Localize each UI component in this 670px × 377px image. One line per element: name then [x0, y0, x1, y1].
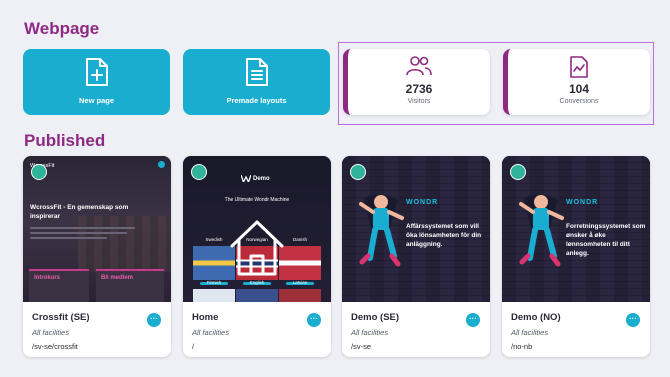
more-options-button[interactable]: ···: [307, 313, 321, 327]
thumbnail-logo: WONDR: [406, 199, 439, 206]
page-card-crossfit-se[interactable]: WcrossFit WcrossFit - En gemenskap som i…: [23, 156, 171, 357]
document-icon: [245, 57, 269, 92]
conversions-value: 104: [568, 82, 590, 96]
page-thumbnail[interactable]: WONDR Affärssystemet som vill öka lönsam…: [342, 156, 490, 302]
page-name: Demo (NO): [511, 312, 561, 323]
visitors-stat-card: 2736 Visitors: [343, 49, 490, 115]
status-dot-icon: [350, 164, 366, 180]
thumbnail-logo: Demo: [240, 174, 270, 184]
premade-layouts-button[interactable]: Premade layouts: [183, 49, 330, 115]
thumbnail-tile: Finnish: [193, 280, 235, 302]
page-card-home[interactable]: Demo The Ultimate Wondr Machine Swedish …: [183, 156, 331, 357]
page-card-info: Demo (SE) All facilities /sv-se ···: [342, 302, 490, 357]
visitors-label: Visitors: [407, 98, 431, 105]
home-icon: [226, 216, 288, 283]
premade-layouts-label: Premade layouts: [226, 96, 287, 105]
page-card-info: Crossfit (SE) All facilities /sv-se/cros…: [23, 302, 171, 357]
page-path: /no-nb: [511, 342, 533, 351]
users-icon: [405, 55, 433, 82]
thumbnail-box-label: Bli medlem: [101, 275, 134, 281]
page-card-info: Home All facilities / ···: [183, 302, 331, 357]
page-thumbnail[interactable]: WcrossFit WcrossFit - En gemenskap som i…: [23, 156, 171, 302]
page-name: Crossfit (SE): [32, 312, 90, 323]
section-title-published: Published: [24, 131, 106, 150]
chart-document-icon: [569, 55, 589, 84]
conversions-label: Conversions: [559, 98, 599, 105]
page-path: /sv-se/crossfit: [32, 342, 78, 351]
page-facilities: All facilities: [511, 328, 549, 337]
more-options-button[interactable]: ···: [626, 313, 640, 327]
thumbnail-box-intro: Introkurs: [29, 269, 89, 302]
more-options-button[interactable]: ···: [147, 313, 161, 327]
thumbnail-logo: WONDR: [566, 199, 599, 206]
new-page-button[interactable]: New page: [23, 49, 170, 115]
thumbnail-tile: Latvian: [279, 280, 321, 302]
thumbnail-subtitle: The Ultimate Wondr Machine: [224, 197, 290, 203]
status-dot-icon: [31, 164, 47, 180]
superhero-illustration-icon: [356, 188, 406, 273]
page-name: Home: [192, 312, 219, 323]
new-page-icon: [85, 57, 109, 92]
gym-photo: [78, 216, 171, 272]
page-name: Demo (SE): [351, 312, 400, 323]
page-facilities: All facilities: [351, 328, 389, 337]
page-card-demo-no[interactable]: WONDR Forretningssystemet som ønsker å ø…: [502, 156, 650, 357]
visitors-value: 2736: [405, 82, 433, 96]
thumbnail-text-lines: [30, 227, 140, 242]
thumbnail-tile: English: [236, 280, 278, 302]
page-path: /sv-se: [351, 342, 372, 351]
page-card-demo-se[interactable]: WONDR Affärssystemet som vill öka lönsam…: [342, 156, 490, 357]
page-thumbnail[interactable]: WONDR Forretningssystemet som ønsker å ø…: [502, 156, 650, 302]
thumbnail-badge: [158, 161, 165, 168]
new-page-label: New page: [78, 96, 114, 105]
page-facilities: All facilities: [32, 328, 70, 337]
section-title-webpage: Webpage: [24, 19, 100, 38]
conversions-stat-card: 104 Conversions: [503, 49, 650, 115]
thumbnail-box-member: Bli medlem: [96, 269, 164, 302]
page-facilities: All facilities: [192, 328, 230, 337]
superhero-illustration-icon: [516, 188, 566, 273]
page-card-info: Demo (NO) All facilities /no-nb ···: [502, 302, 650, 357]
more-options-button[interactable]: ···: [466, 313, 480, 327]
page-path: /: [192, 342, 195, 351]
status-dot-icon: [191, 164, 207, 180]
thumbnail-box-label: Introkurs: [34, 275, 61, 281]
status-dot-icon: [510, 164, 526, 180]
thumbnail-text: Forretningssystemet som ønsker å øke løn…: [566, 223, 646, 257]
thumbnail-heading: WcrossFit - En gemenskap som inspirerar: [30, 204, 129, 220]
thumbnail-logo-text: Demo: [253, 176, 270, 183]
thumbnail-text: Affärssystemet som vill öka lönsamheten …: [406, 223, 482, 248]
page-thumbnail[interactable]: Demo The Ultimate Wondr Machine Swedish …: [183, 156, 331, 302]
